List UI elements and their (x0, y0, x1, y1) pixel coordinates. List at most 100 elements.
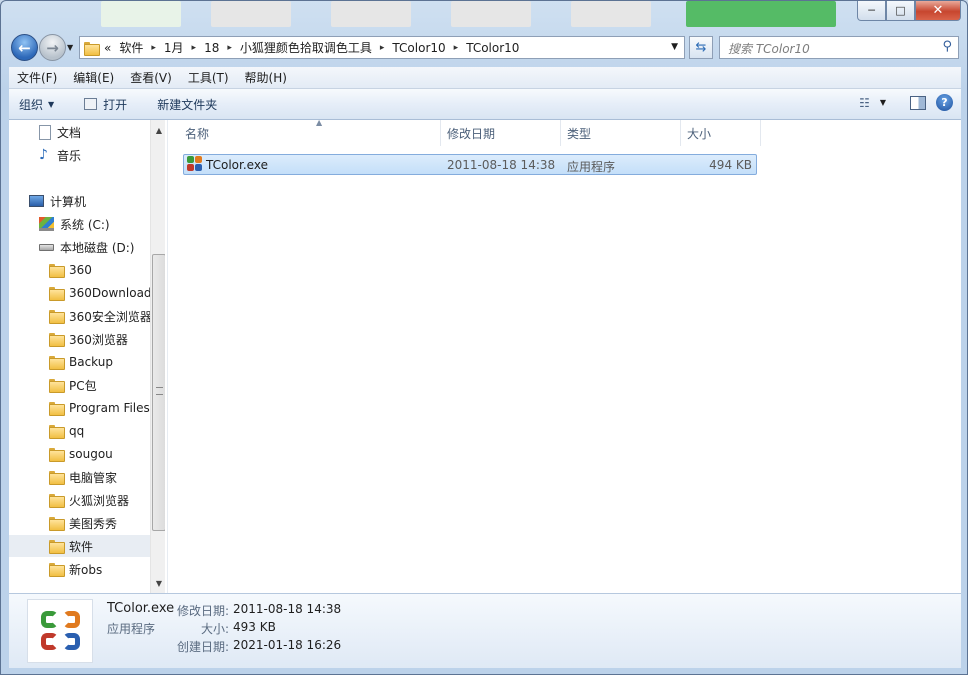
chevron-down-icon[interactable]: ▼ (671, 42, 678, 52)
refresh-icon: ⇆ (695, 40, 707, 55)
sidebar-item-documents[interactable]: 文档 (39, 121, 81, 143)
explorer-window: ─ □ ✕ ← → ▼ « 软件 ▸ 1月 ▸ 18 ▸ 小狐狸颜色拾取调色工具… (0, 0, 968, 675)
details-filename: TColor.exe (107, 601, 175, 616)
sidebar-item-label: 本地磁盘 (D:) (60, 240, 135, 255)
folder-icon (49, 494, 65, 508)
sidebar-item-selected-folder[interactable]: 软件 (9, 535, 150, 557)
column-header-name[interactable]: 名称 ▲ (179, 118, 441, 146)
system-drive-icon (39, 217, 54, 231)
sidebar-item-folder[interactable]: 360 (49, 259, 92, 281)
title-buttons: ─ □ ✕ (857, 1, 961, 21)
maximize-button[interactable]: □ (886, 1, 915, 21)
sidebar-item-computer[interactable]: 计算机 (29, 190, 86, 212)
chevron-right-icon[interactable]: ▸ (454, 43, 459, 53)
menu-file[interactable]: 文件(F) (9, 69, 65, 86)
sidebar-item-folder[interactable]: 360浏览器 (49, 328, 128, 350)
sidebar-item-label: 电脑管家 (69, 470, 118, 485)
folder-icon (49, 264, 65, 278)
sidebar-item-label: 新obs (69, 562, 103, 577)
sidebar-item-folder[interactable]: PC包 (49, 374, 97, 396)
sidebar-item-folder[interactable]: 360安全浏览器 (49, 305, 152, 327)
chevron-right-icon[interactable]: ▸ (227, 43, 232, 53)
chevron-down-icon[interactable]: ▼ (880, 98, 886, 107)
sidebar-item-folder[interactable]: sougou (49, 443, 113, 465)
sidebar-item-folder[interactable]: Backup (49, 351, 113, 373)
sidebar-item-label: 美图秀秀 (69, 516, 118, 531)
folder-icon (84, 41, 100, 56)
refresh-button[interactable]: ⇆ (689, 36, 713, 59)
menu-tools[interactable]: 工具(T) (180, 69, 237, 86)
column-header-modified[interactable]: 修改日期 (441, 120, 561, 146)
help-icon[interactable]: ? (936, 94, 953, 111)
file-list: 名称 ▲ 修改日期 类型 大小 TColor.exe 2011-08-18 14… (169, 118, 961, 593)
sidebar-item-label: sougou (69, 447, 113, 461)
sidebar-item-c-drive[interactable]: 系统 (C:) (39, 213, 110, 235)
chevron-right-icon[interactable]: ▸ (380, 43, 385, 53)
sidebar-item-label: 软件 (69, 539, 94, 554)
details-modified-value[interactable]: 2011-08-18 14:38 (233, 602, 341, 616)
breadcrumb-item[interactable]: 小狐狸颜色拾取调色工具 (240, 39, 372, 56)
open-label: 打开 (103, 97, 128, 112)
sidebar-item-label: 360 (69, 263, 92, 277)
column-header-size[interactable]: 大小 (681, 120, 761, 146)
breadcrumb-item[interactable]: TColor10 (466, 41, 519, 55)
search-icon[interactable]: ⚲ (942, 39, 952, 54)
menu-help[interactable]: 帮助(H) (237, 69, 295, 86)
scroll-down-icon[interactable]: ▼ (151, 575, 165, 591)
sidebar-item-label: 计算机 (50, 194, 87, 209)
column-label: 大小 (687, 126, 712, 141)
breadcrumb-item[interactable]: 软件 (119, 39, 143, 56)
sidebar-item-folder[interactable]: 美图秀秀 (49, 512, 117, 534)
file-row-selected[interactable]: TColor.exe 2011-08-18 14:38 应用程序 494 KB (183, 154, 757, 175)
sidebar-item-label: 文档 (57, 125, 82, 140)
sidebar-item-label: Backup (69, 355, 113, 369)
scroll-up-icon[interactable]: ▲ (151, 122, 165, 138)
chevron-right-icon[interactable]: ▸ (192, 43, 197, 53)
details-pane: TColor.exe 应用程序 修改日期: 2011-08-18 14:38 大… (9, 593, 961, 668)
organize-button[interactable]: 组织 ▼ (9, 96, 64, 113)
details-size-value[interactable]: 493 KB (233, 620, 276, 634)
column-header-type[interactable]: 类型 (561, 120, 681, 146)
sidebar-item-music[interactable]: ♪ 音乐 (39, 144, 81, 166)
close-button[interactable]: ✕ (915, 1, 961, 21)
sidebar-item-label: 系统 (C:) (60, 217, 110, 232)
sidebar-item-d-drive[interactable]: 本地磁盘 (D:) (39, 236, 134, 258)
scrollbar-thumb[interactable] (152, 254, 165, 531)
history-dropdown-icon[interactable]: ▼ (67, 43, 73, 52)
menu-edit[interactable]: 编辑(E) (65, 69, 122, 86)
menu-view[interactable]: 查看(V) (122, 69, 180, 86)
view-options-icon[interactable]: ☷ (859, 96, 870, 110)
back-button[interactable]: ← (11, 34, 38, 61)
document-icon (39, 124, 51, 140)
details-created-value[interactable]: 2021-01-18 16:26 (233, 638, 341, 652)
folder-icon (49, 517, 65, 531)
navigation-pane: 文档 ♪ 音乐 计算机 系统 (C:) 本地磁盘 (D:) 360 360Dow… (9, 120, 165, 593)
sidebar-item-folder[interactable]: 电脑管家 (49, 466, 117, 488)
breadcrumb-item[interactable]: 1月 (164, 39, 184, 56)
new-folder-button[interactable]: 新建文件夹 (147, 96, 227, 113)
address-overflow[interactable]: « (104, 41, 111, 55)
sidebar-item-label: PC包 (69, 378, 97, 393)
sidebar-item-folder[interactable]: 360Download (49, 282, 152, 304)
folder-icon (49, 310, 65, 324)
forward-button[interactable]: → (39, 34, 66, 61)
toolbar-right: ☷ ▼ ? (859, 94, 953, 111)
folder-icon (49, 379, 65, 393)
sidebar-item-folder[interactable]: qq (49, 420, 84, 442)
sidebar-scrollbar[interactable]: ▲ ▼ (150, 120, 165, 593)
pane-splitter[interactable] (167, 120, 168, 593)
folder-icon (49, 540, 65, 554)
breadcrumb-item[interactable]: 18 (204, 41, 219, 55)
open-button[interactable]: 打开 (74, 96, 137, 113)
search-input[interactable]: 搜索 TColor10 ⚲ (719, 36, 959, 59)
sidebar-item-folder[interactable]: 新obs (49, 558, 102, 580)
address-bar[interactable]: « 软件 ▸ 1月 ▸ 18 ▸ 小狐狸颜色拾取调色工具 ▸ TColor10 … (79, 36, 685, 59)
sidebar-item-folder[interactable]: 火狐浏览器 (49, 489, 129, 511)
column-label: 修改日期 (447, 126, 496, 141)
sidebar-item-folder[interactable]: Program Files (49, 397, 150, 419)
breadcrumb-item[interactable]: TColor10 (392, 41, 445, 55)
chevron-right-icon[interactable]: ▸ (151, 43, 156, 53)
preview-pane-icon[interactable] (910, 95, 926, 110)
minimize-button[interactable]: ─ (857, 1, 886, 21)
details-created-label: 创建日期: (176, 640, 229, 654)
